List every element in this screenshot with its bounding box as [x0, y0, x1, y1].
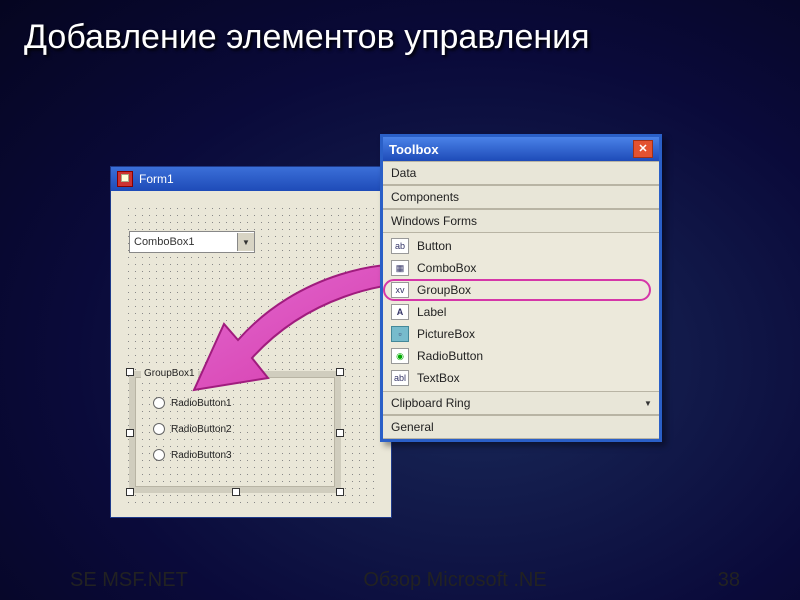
combobox-value: ComboBox1	[134, 236, 195, 248]
toolbox-item-combobox[interactable]: ▦ ComboBox	[387, 257, 655, 279]
radio-icon	[153, 397, 165, 409]
toolbox-item-label: Label	[417, 305, 446, 319]
toolbox-item-label[interactable]: A Label	[387, 301, 655, 323]
form1-window: Form1 ComboBox1 ▼ GroupBox1 RadioButton1…	[110, 166, 392, 518]
toolbox-window: Toolbox ✕ Data Components Windows Forms …	[380, 134, 662, 442]
toolbox-section[interactable]: Data	[383, 161, 659, 185]
radio-icon	[153, 449, 165, 461]
toolbox-item-label: Button	[417, 239, 452, 253]
toolbox-section[interactable]: General	[383, 415, 659, 439]
radio-icon	[153, 423, 165, 435]
form1-design-surface[interactable]: ComboBox1 ▼ GroupBox1 RadioButton1 Radio…	[111, 191, 391, 517]
toolbox-item-picturebox[interactable]: ▫ PictureBox	[387, 323, 655, 345]
form1-titlebar[interactable]: Form1	[111, 167, 391, 191]
footer-center: Обзор Microsoft .NE	[290, 569, 620, 592]
groupbox-control[interactable]: GroupBox1 RadioButton1 RadioButton2 Radi…	[129, 371, 341, 493]
toolbox-item-list: ab Button ▦ ComboBox xv GroupBox A Label…	[383, 233, 659, 391]
textbox-icon: abl	[391, 370, 409, 386]
label-icon: A	[391, 304, 409, 320]
groupbox-icon: xv	[391, 282, 409, 298]
chevron-down-icon: ▼	[641, 396, 655, 410]
toolbox-item-label: TextBox	[417, 371, 460, 385]
combobox-control[interactable]: ComboBox1 ▼	[129, 231, 255, 253]
radio-row[interactable]: RadioButton2	[153, 423, 232, 435]
slide-footer: SE MSF.NET Обзор Microsoft .NE 38	[0, 569, 800, 592]
radio-label: RadioButton1	[171, 398, 232, 409]
radio-label: RadioButton2	[171, 424, 232, 435]
toolbox-section[interactable]: Clipboard Ring ▼	[383, 391, 659, 415]
footer-page-number: 38	[620, 569, 800, 592]
slide-title: Добавление элементов управления	[0, 0, 800, 61]
radio-row[interactable]: RadioButton1	[153, 397, 232, 409]
toolbox-item-label: GroupBox	[417, 283, 471, 297]
toolbox-section[interactable]: Components	[383, 185, 659, 209]
close-icon[interactable]: ✕	[633, 140, 653, 158]
combobox-dropdown-icon[interactable]: ▼	[237, 233, 254, 251]
toolbox-item-textbox[interactable]: abl TextBox	[387, 367, 655, 389]
radio-label: RadioButton3	[171, 450, 232, 461]
radiobutton-icon: ◉	[391, 348, 409, 364]
toolbox-item-button[interactable]: ab Button	[387, 235, 655, 257]
form1-icon	[117, 171, 133, 187]
toolbox-section[interactable]: Windows Forms	[383, 209, 659, 233]
toolbox-section-label: Clipboard Ring	[391, 396, 470, 410]
toolbox-title-text: Toolbox	[389, 142, 439, 157]
radio-row[interactable]: RadioButton3	[153, 449, 232, 461]
picturebox-icon: ▫	[391, 326, 409, 342]
toolbox-item-label: PictureBox	[417, 327, 475, 341]
toolbox-item-radiobutton[interactable]: ◉ RadioButton	[387, 345, 655, 367]
toolbox-item-label: RadioButton	[417, 349, 483, 363]
groupbox-label: GroupBox1	[141, 368, 198, 379]
form1-title-text: Form1	[139, 172, 174, 186]
footer-left: SE MSF.NET	[0, 569, 290, 592]
toolbox-titlebar[interactable]: Toolbox ✕	[383, 137, 659, 161]
toolbox-item-label: ComboBox	[417, 261, 476, 275]
combobox-icon: ▦	[391, 260, 409, 276]
toolbox-item-groupbox[interactable]: xv GroupBox	[387, 279, 655, 301]
button-icon: ab	[391, 238, 409, 254]
